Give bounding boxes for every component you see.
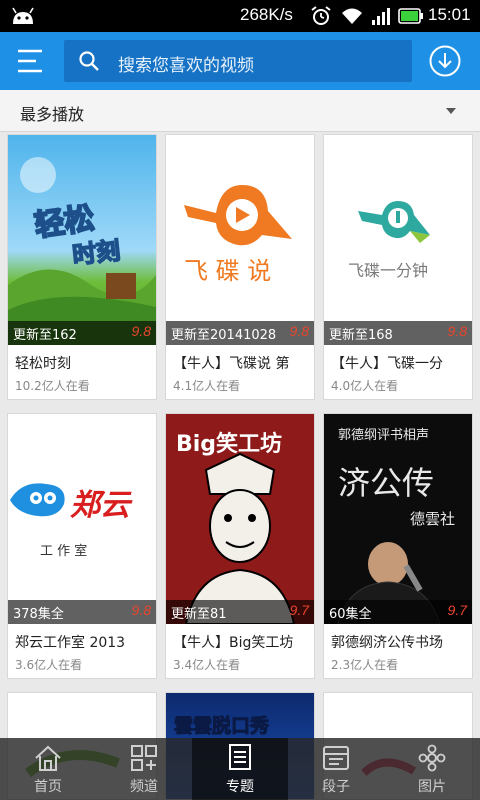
search-icon bbox=[79, 51, 99, 71]
rating-score: 9.7 bbox=[289, 602, 309, 618]
nav-picture[interactable]: 图片 bbox=[384, 738, 480, 800]
thumbnail-subtitle: 郭德纲评书相声 bbox=[338, 428, 430, 443]
video-card[interactable]: 飞 碟 说 更新至20141028 9.8 【牛人】飞碟说 第 4.1亿人在看 bbox=[165, 134, 315, 400]
feidie-logo bbox=[184, 185, 292, 246]
view-count: 3.6亿人在看 bbox=[15, 658, 83, 672]
video-title: 【牛人】飞碟说 第 bbox=[173, 356, 290, 372]
jokes-icon bbox=[323, 746, 349, 770]
nav-label: 图片 bbox=[418, 779, 446, 795]
topic-icon bbox=[229, 744, 251, 770]
sort-label: 最多播放 bbox=[20, 105, 85, 124]
search-placeholder: 搜索您喜欢的视频 bbox=[118, 56, 254, 76]
battery-icon bbox=[398, 8, 423, 24]
thumbnail-title: Big笑工坊 bbox=[176, 432, 283, 457]
video-thumbnail: 飞碟一分钟 更新至168 9.8 bbox=[324, 135, 472, 345]
view-count: 10.2亿人在看 bbox=[15, 379, 90, 393]
nav-channel[interactable]: 频道 bbox=[96, 738, 192, 800]
video-thumbnail: Big笑工坊 更新至81 9.7 bbox=[166, 414, 314, 624]
thumbnail-title: 济公传 bbox=[338, 464, 435, 502]
thumbnail-title: 飞碟一分钟 bbox=[348, 261, 429, 280]
view-count: 4.0亿人在看 bbox=[331, 379, 399, 393]
dropdown-caret-icon bbox=[446, 108, 456, 114]
update-status: 更新至81 bbox=[171, 607, 227, 622]
feidie-minute-logo bbox=[358, 201, 430, 243]
update-status: 60集全 bbox=[329, 607, 372, 622]
update-status: 378集全 bbox=[13, 607, 64, 622]
thumbnail-overlay: 60集全 9.7 bbox=[324, 600, 472, 624]
network-speed: 268K/s bbox=[240, 5, 293, 24]
thumbnail-caption: 德雲社 bbox=[410, 510, 456, 528]
video-title: 郑云工作室 2013 bbox=[15, 635, 126, 651]
rating-score: 9.8 bbox=[289, 323, 309, 339]
channel-icon bbox=[131, 745, 157, 771]
download-icon[interactable] bbox=[428, 44, 462, 78]
nav-label: 频道 bbox=[130, 779, 158, 795]
thumbnail-subtitle: 工 作 室 bbox=[40, 544, 88, 559]
rating-score: 9.8 bbox=[447, 323, 467, 339]
video-card[interactable]: 轻松 时刻 更新至162 9.8 轻松时刻 10.2亿人在看 bbox=[7, 134, 157, 400]
video-thumbnail: 轻松 时刻 更新至162 9.8 bbox=[8, 135, 156, 345]
thumbnail-title: 飞 碟 说 bbox=[184, 257, 272, 285]
android-icon bbox=[12, 7, 34, 24]
nav-label: 段子 bbox=[322, 779, 350, 795]
thumbnail-overlay: 更新至81 9.7 bbox=[166, 600, 314, 624]
video-card[interactable]: 郭德纲评书相声 济公传 德雲社 60集全 9.7 郭德纲济公传书场 2.3亿人在… bbox=[323, 413, 473, 679]
search-input[interactable]: 搜索您喜欢的视频 bbox=[64, 40, 412, 82]
sort-selector[interactable]: 最多播放 bbox=[0, 90, 480, 132]
nav-jokes[interactable]: 段子 bbox=[288, 738, 384, 800]
nav-topic[interactable]: 专题 bbox=[192, 738, 288, 800]
nav-home[interactable]: 首页 bbox=[0, 738, 96, 800]
update-status: 更新至168 bbox=[329, 328, 393, 343]
bottom-navigation: 首页 频道 专题 段子 图片 bbox=[0, 738, 480, 800]
video-title: 【牛人】Big笑工坊 bbox=[173, 635, 294, 651]
thumbnail-subtitle: 时刻 bbox=[70, 236, 122, 270]
thumbnail-overlay: 更新至20141028 9.8 bbox=[166, 321, 314, 345]
picture-icon bbox=[418, 744, 446, 772]
signal-icon bbox=[372, 8, 390, 25]
rating-score: 9.8 bbox=[131, 602, 151, 618]
alarm-icon bbox=[311, 6, 331, 25]
thumbnail-overlay: 更新至168 9.8 bbox=[324, 321, 472, 345]
video-thumbnail: 飞 碟 说 更新至20141028 9.8 bbox=[166, 135, 314, 345]
thumbnail-title: 郑云 bbox=[70, 488, 130, 523]
update-status: 更新至162 bbox=[13, 328, 77, 343]
home-icon bbox=[35, 745, 61, 771]
nav-label: 首页 bbox=[34, 779, 62, 795]
view-count: 4.1亿人在看 bbox=[173, 379, 241, 393]
nav-label: 专题 bbox=[226, 779, 254, 795]
video-title: 轻松时刻 bbox=[15, 356, 71, 372]
clock: 15:01 bbox=[428, 5, 471, 24]
view-count: 3.4亿人在看 bbox=[173, 658, 241, 672]
video-thumbnail: 郭德纲评书相声 济公传 德雲社 60集全 9.7 bbox=[324, 414, 472, 624]
update-status: 更新至20141028 bbox=[171, 328, 277, 343]
rating-score: 9.7 bbox=[447, 602, 467, 618]
thumbnail-overlay: 更新至162 9.8 bbox=[8, 321, 156, 345]
wifi-icon bbox=[342, 8, 362, 24]
menu-icon[interactable] bbox=[12, 44, 48, 78]
rating-score: 9.8 bbox=[131, 323, 151, 339]
thumbnail-title: 雲雲脱口秀 bbox=[173, 715, 270, 738]
video-title: 【牛人】飞碟一分 bbox=[331, 356, 443, 372]
status-bar: 268K/s 15:01 bbox=[0, 0, 480, 32]
video-card[interactable]: Big笑工坊 更新至81 9.7 【牛人】Big笑工坊 3.4亿人在看 bbox=[165, 413, 315, 679]
thumbnail-overlay: 378集全 9.8 bbox=[8, 600, 156, 624]
video-card[interactable]: 郑云 工 作 室 378集全 9.8 郑云工作室 2013 3.6亿人在看 bbox=[7, 413, 157, 679]
video-card[interactable]: 飞碟一分钟 更新至168 9.8 【牛人】飞碟一分 4.0亿人在看 bbox=[323, 134, 473, 400]
video-thumbnail: 郑云 工 作 室 378集全 9.8 bbox=[8, 414, 156, 624]
top-bar: 搜索您喜欢的视频 bbox=[0, 32, 480, 90]
video-title: 郭德纲济公传书场 bbox=[331, 635, 443, 651]
view-count: 2.3亿人在看 bbox=[331, 658, 399, 672]
